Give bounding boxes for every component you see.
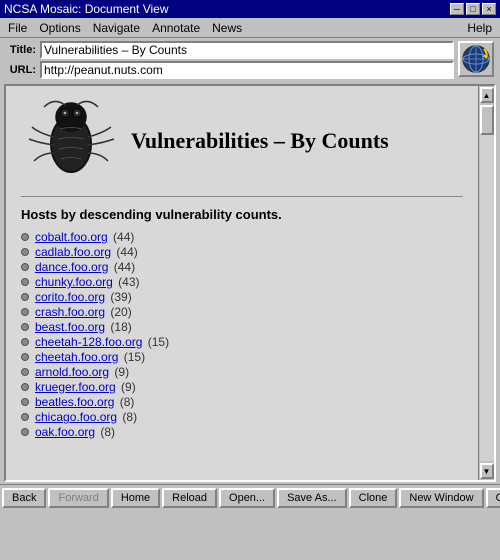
page-title: Vulnerabilities – By Counts <box>131 128 389 154</box>
menu-annotate[interactable]: Annotate <box>146 20 206 36</box>
title-bar: NCSA Mosaic: Document View ─ □ × <box>0 0 500 18</box>
globe-button[interactable] <box>458 41 494 77</box>
bullet-icon <box>21 263 29 271</box>
menu-navigate[interactable]: Navigate <box>87 20 146 36</box>
host-link[interactable]: cheetah-128.foo.org <box>35 335 142 349</box>
page-header: Vulnerabilities – By Counts <box>21 96 463 186</box>
host-count: (9) <box>111 365 129 379</box>
list-item: beast.foo.org (18) <box>21 320 463 334</box>
menu-file[interactable]: File <box>2 20 33 36</box>
list-item: cobalt.foo.org (44) <box>21 230 463 244</box>
divider <box>21 196 463 197</box>
host-count: (15) <box>120 350 145 364</box>
address-area: Title: URL: <box>0 38 500 84</box>
bullet-icon <box>21 233 29 241</box>
host-count: (39) <box>107 290 132 304</box>
close-button[interactable]: × <box>482 3 496 15</box>
scroll-track <box>480 105 494 461</box>
title-input[interactable] <box>40 41 454 59</box>
list-item: chicago.foo.org (8) <box>21 410 463 424</box>
host-link[interactable]: oak.foo.org <box>35 425 95 439</box>
list-item: dance.foo.org (44) <box>21 260 463 274</box>
host-link[interactable]: cadlab.foo.org <box>35 245 111 259</box>
bullet-icon <box>21 338 29 346</box>
bullet-icon <box>21 398 29 406</box>
host-link[interactable]: beatles.foo.org <box>35 395 114 409</box>
menu-help[interactable]: Help <box>461 20 498 36</box>
list-item: cheetah-128.foo.org (15) <box>21 335 463 349</box>
bullet-icon <box>21 278 29 286</box>
save-as----button[interactable]: Save As... <box>277 488 347 508</box>
maximize-button[interactable]: □ <box>466 3 480 15</box>
host-count: (8) <box>119 410 137 424</box>
host-link[interactable]: cobalt.foo.org <box>35 230 108 244</box>
host-link[interactable]: krueger.foo.org <box>35 380 116 394</box>
new-window-button[interactable]: New Window <box>399 488 483 508</box>
bullet-icon <box>21 413 29 421</box>
bullet-icon <box>21 323 29 331</box>
list-item: crash.foo.org (20) <box>21 305 463 319</box>
bug-image <box>21 96 121 186</box>
scroll-thumb[interactable] <box>480 105 494 135</box>
host-count: (20) <box>107 305 132 319</box>
home-button[interactable]: Home <box>111 488 160 508</box>
list-item: oak.foo.org (8) <box>21 425 463 439</box>
host-count: (44) <box>110 260 135 274</box>
list-item: arnold.foo.org (9) <box>21 365 463 379</box>
host-link[interactable]: cheetah.foo.org <box>35 350 118 364</box>
host-count: (18) <box>107 320 132 334</box>
host-count: (15) <box>144 335 169 349</box>
window-controls: ─ □ × <box>450 3 496 15</box>
forward-button[interactable]: Forward <box>48 488 108 508</box>
host-count: (9) <box>118 380 136 394</box>
host-link[interactable]: corito.foo.org <box>35 290 105 304</box>
host-link[interactable]: crash.foo.org <box>35 305 105 319</box>
host-link[interactable]: chicago.foo.org <box>35 410 117 424</box>
list-item: corito.foo.org (39) <box>21 290 463 304</box>
title-label: Title: <box>6 44 36 56</box>
minimize-button[interactable]: ─ <box>450 3 464 15</box>
scroll-down-button[interactable]: ▼ <box>480 463 494 479</box>
back-button[interactable]: Back <box>2 488 46 508</box>
list-item: cadlab.foo.org (44) <box>21 245 463 259</box>
url-label: URL: <box>6 64 36 76</box>
bullet-icon <box>21 293 29 301</box>
list-item: krueger.foo.org (9) <box>21 380 463 394</box>
host-count: (43) <box>115 275 140 289</box>
main-content: Vulnerabilities – By Counts Hosts by des… <box>6 86 478 480</box>
toolbar: BackForwardHomeReloadOpen...Save As...Cl… <box>0 484 500 510</box>
content-wrapper: Vulnerabilities – By Counts Hosts by des… <box>4 84 496 482</box>
host-list: cobalt.foo.org (44) cadlab.foo.org (44) … <box>21 230 463 439</box>
close-window-button[interactable]: Close Window <box>486 488 500 508</box>
bullet-icon <box>21 368 29 376</box>
host-count: (8) <box>97 425 115 439</box>
menu-news[interactable]: News <box>206 20 248 36</box>
url-input[interactable] <box>40 61 454 79</box>
scroll-up-button[interactable]: ▲ <box>480 87 494 103</box>
host-link[interactable]: dance.foo.org <box>35 260 108 274</box>
open----button[interactable]: Open... <box>219 488 275 508</box>
list-item: chunky.foo.org (43) <box>21 275 463 289</box>
bullet-icon <box>21 248 29 256</box>
host-count: (44) <box>110 230 135 244</box>
list-item: beatles.foo.org (8) <box>21 395 463 409</box>
bullet-icon <box>21 428 29 436</box>
menu-options[interactable]: Options <box>33 20 86 36</box>
bullet-icon <box>21 308 29 316</box>
clone-button[interactable]: Clone <box>349 488 398 508</box>
bullet-icon <box>21 383 29 391</box>
host-count: (44) <box>113 245 138 259</box>
reload-button[interactable]: Reload <box>162 488 217 508</box>
host-count: (8) <box>116 395 134 409</box>
bullet-icon <box>21 353 29 361</box>
scrollbar[interactable]: ▲ ▼ <box>478 86 494 480</box>
page-subtitle: Hosts by descending vulnerability counts… <box>21 207 463 222</box>
host-link[interactable]: arnold.foo.org <box>35 365 109 379</box>
menu-bar: File Options Navigate Annotate News Help <box>0 18 500 38</box>
host-link[interactable]: chunky.foo.org <box>35 275 113 289</box>
list-item: cheetah.foo.org (15) <box>21 350 463 364</box>
title-bar-text: NCSA Mosaic: Document View <box>4 2 169 16</box>
host-link[interactable]: beast.foo.org <box>35 320 105 334</box>
